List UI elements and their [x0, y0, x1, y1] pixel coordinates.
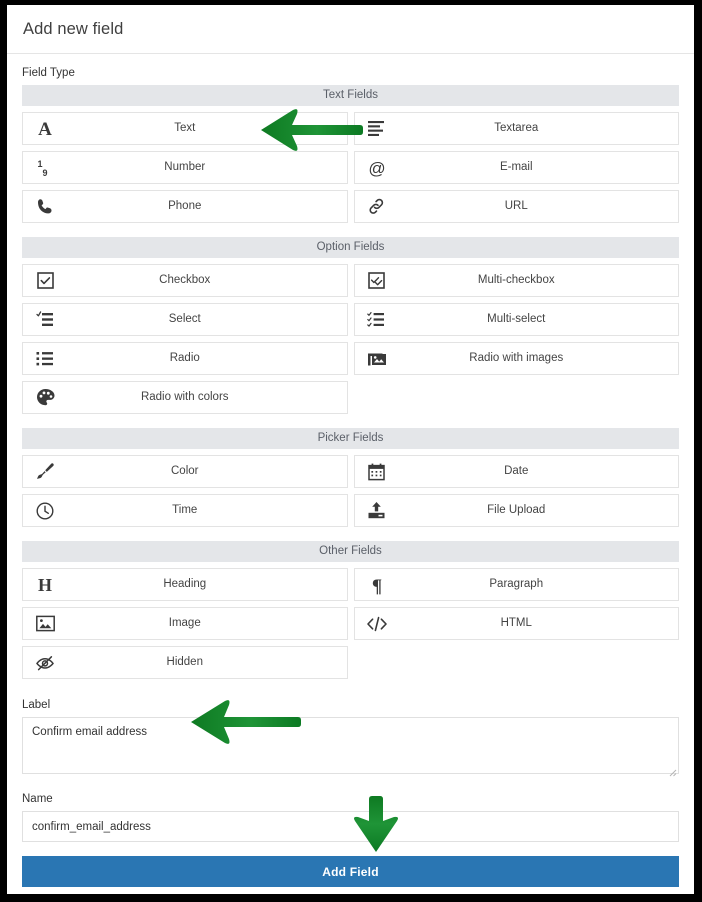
field-type-option-label: Number: [164, 160, 206, 173]
label-input[interactable]: Confirm email address: [22, 717, 679, 774]
field-type-option-paragraph[interactable]: ¶ Paragraph: [351, 568, 683, 601]
field-type-option-hidden[interactable]: Hidden: [19, 646, 351, 679]
phone-handset-icon: [23, 198, 67, 216]
field-type-option-file-upload[interactable]: File Upload: [351, 494, 683, 527]
field-type-option-label: Color: [171, 464, 199, 477]
field-type-option-time[interactable]: Time: [19, 494, 351, 527]
field-type-option-label: Textarea: [494, 121, 539, 134]
field-type-option-date[interactable]: Date: [351, 455, 683, 488]
field-type-option-label: Radio with colors: [140, 390, 229, 403]
label-field-block: Label Confirm email address: [22, 699, 679, 779]
section-header-picker-fields: Picker Fields: [22, 428, 679, 449]
field-type-label: Field Type: [22, 67, 75, 79]
multi-select-list-icon: [355, 311, 399, 328]
letter-h-icon: H: [23, 575, 67, 595]
clock-icon: [23, 501, 67, 520]
text-lines-icon: [355, 120, 399, 137]
field-type-option-label: Checkbox: [159, 273, 211, 286]
field-type-option-radio[interactable]: Radio: [19, 342, 351, 375]
field-type-option-heading[interactable]: H Heading: [19, 568, 351, 601]
field-type-option-label: Image: [168, 616, 201, 629]
field-type-option-radio-with-images[interactable]: Radio with images: [351, 342, 683, 375]
one-nine-digits-icon: 19: [23, 158, 67, 178]
field-type-option-label: Radio: [169, 351, 200, 364]
code-tags-icon: [355, 616, 399, 632]
field-type-option-label: URL: [504, 199, 528, 212]
picture-icon: [23, 615, 67, 632]
field-type-option-select[interactable]: Select: [19, 303, 351, 336]
upload-tray-icon: [355, 501, 399, 520]
field-type-option-image[interactable]: Image: [19, 607, 351, 640]
label-field-caption: Label: [22, 699, 51, 711]
at-sign-icon: @: [355, 158, 399, 178]
field-type-grid-picker: Color Date Time File Upload: [19, 455, 682, 533]
field-type-option-phone[interactable]: Phone: [19, 190, 351, 223]
svg-text:@: @: [368, 159, 385, 178]
field-type-option-radio-with-colors[interactable]: Radio with colors: [19, 381, 351, 414]
field-type-option-number[interactable]: 19 Number: [19, 151, 351, 184]
pilcrow-icon: ¶: [355, 575, 399, 595]
field-type-option-multi-select[interactable]: Multi-select: [351, 303, 683, 336]
field-type-option-color[interactable]: Color: [19, 455, 351, 488]
svg-text:9: 9: [42, 168, 47, 178]
field-type-option-multi-checkbox[interactable]: Multi-checkbox: [351, 264, 683, 297]
field-type-option-label: Select: [168, 312, 201, 325]
letter-a-icon: A: [23, 119, 67, 139]
paint-brush-icon: [23, 462, 67, 481]
svg-text:H: H: [38, 575, 52, 595]
svg-text:¶: ¶: [371, 576, 381, 595]
section-header-other-fields: Other Fields: [22, 541, 679, 562]
images-stack-icon: [355, 350, 399, 368]
field-type-option-label: Multi-checkbox: [477, 273, 555, 286]
field-type-option-label: Radio with images: [469, 351, 564, 364]
section-header-option-fields: Option Fields: [22, 237, 679, 258]
bullet-list-icon: [23, 350, 67, 367]
page-title: Add new field: [23, 19, 124, 38]
multi-checkbox-icon: [355, 272, 399, 289]
field-type-grid-other: H Heading ¶ Paragraph Image HTML Hidden: [19, 568, 682, 685]
field-type-option-label: Hidden: [166, 655, 203, 668]
field-type-option-label: E-mail: [499, 160, 533, 173]
select-list-icon: [23, 311, 67, 328]
color-palette-icon: [23, 388, 67, 407]
field-type-option-text[interactable]: A Text: [19, 112, 351, 145]
field-type-option-textarea[interactable]: Textarea: [351, 112, 683, 145]
field-type-option-label: HTML: [500, 616, 532, 629]
field-type-option-email[interactable]: @ E-mail: [351, 151, 683, 184]
field-type-option-url[interactable]: URL: [351, 190, 683, 223]
modal-header: Add new field: [7, 5, 694, 54]
name-field-caption: Name: [22, 793, 53, 805]
field-type-grid-option: Checkbox Multi-checkbox Select Multi-sel…: [19, 264, 682, 420]
eye-slash-icon: [23, 654, 67, 672]
name-input[interactable]: [22, 811, 679, 842]
chain-link-icon: [355, 197, 399, 216]
section-header-text-fields: Text Fields: [22, 85, 679, 106]
field-type-grid-text: A Text Textarea 19 Number @ E-mail Phone…: [19, 112, 682, 229]
svg-text:A: A: [38, 119, 52, 139]
checkbox-checked-icon: [23, 272, 67, 289]
modal-body: Field Type Text Fields A Text Textarea 1…: [7, 54, 694, 887]
field-type-option-checkbox[interactable]: Checkbox: [19, 264, 351, 297]
field-type-option-label: File Upload: [487, 503, 546, 516]
field-type-option-label: Paragraph: [489, 577, 544, 590]
add-new-field-modal: Add new field Field Type Text Fields A T…: [7, 5, 694, 894]
field-type-option-label: Date: [504, 464, 529, 477]
field-type-option-label: Multi-select: [487, 312, 546, 325]
field-type-option-label: Text: [174, 121, 196, 134]
field-type-option-html[interactable]: HTML: [351, 607, 683, 640]
field-type-option-label: Time: [172, 503, 198, 516]
field-type-option-label: Phone: [168, 199, 202, 212]
name-field-block: Name: [22, 793, 679, 842]
field-type-option-label: Heading: [163, 577, 207, 590]
calendar-icon: [355, 463, 399, 481]
add-field-button[interactable]: Add Field: [22, 856, 679, 887]
